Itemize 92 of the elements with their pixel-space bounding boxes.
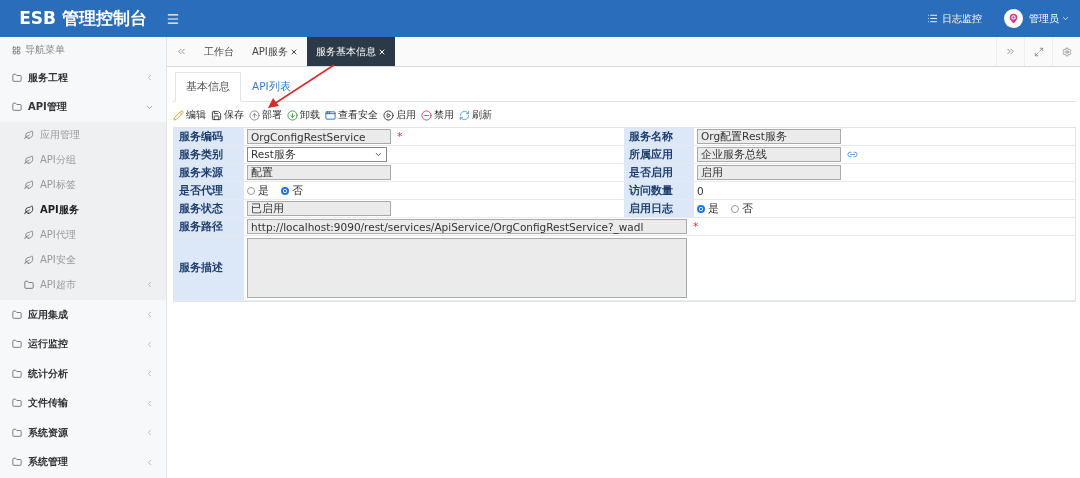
field-label: 服务来源 <box>174 164 244 182</box>
field-label: 服务编码 <box>174 128 244 146</box>
radio-button[interactable] <box>697 204 705 213</box>
menu-icon[interactable] <box>166 11 180 26</box>
pencil-icon <box>173 109 184 121</box>
minus-icon <box>421 109 432 121</box>
field-label: 服务路径 <box>174 218 244 236</box>
close-icon[interactable] <box>377 47 386 56</box>
enable-button[interactable]: 启用 <box>383 108 416 122</box>
folder-icon <box>12 102 22 113</box>
description-field[interactable] <box>247 238 687 298</box>
page-tab[interactable]: 服务基本信息 <box>306 37 395 66</box>
expand-icon <box>1033 46 1044 57</box>
field-label: 所属应用 <box>624 146 694 164</box>
nav-item[interactable]: 运行监控 <box>0 329 166 359</box>
folder-icon <box>12 339 22 350</box>
folder-icon <box>12 457 22 468</box>
field-label: 服务类别 <box>174 146 244 164</box>
nav-item[interactable]: 服务工程 <box>0 63 166 93</box>
nav-item[interactable]: 系统资源 <box>0 418 166 448</box>
leaf-icon <box>24 254 34 265</box>
required-mark: * <box>693 220 699 233</box>
user-menu[interactable]: 管理员 <box>1029 11 1070 26</box>
nav-item[interactable]: 统计分析 <box>0 359 166 389</box>
folder-icon <box>12 309 22 320</box>
radio-button[interactable] <box>247 186 255 195</box>
radio-button[interactable] <box>281 186 289 195</box>
save-button[interactable]: 保存 <box>211 108 244 122</box>
edit-button[interactable]: 编辑 <box>173 108 206 122</box>
nav-item[interactable]: 文件传输 <box>0 388 166 418</box>
avatar-icon[interactable] <box>1004 9 1023 28</box>
select-field[interactable]: Rest服务 <box>247 147 387 162</box>
settings-icon <box>1061 46 1072 57</box>
page-tab[interactable]: 工作台 <box>195 37 243 66</box>
unload-button[interactable]: 卸载 <box>287 108 320 122</box>
radio-option[interactable]: 是 <box>697 201 719 216</box>
text-field[interactable]: 配置 <box>247 165 391 180</box>
text-field[interactable]: OrgConfigRestService <box>247 129 391 144</box>
field-label: 服务名称 <box>624 128 694 146</box>
refresh-icon <box>459 109 470 121</box>
play-icon <box>383 109 394 121</box>
nav-item[interactable]: 系统管理 <box>0 447 166 477</box>
disable-button[interactable]: 禁用 <box>421 108 454 122</box>
leaf-icon <box>24 229 34 240</box>
text-field[interactable]: http://localhost:9090/rest/services/ApiService/OrgConfigRestService?_wadl <box>247 219 687 234</box>
folder-icon <box>12 368 22 379</box>
text-field[interactable]: 企业服务总线 <box>697 147 841 162</box>
folder-icon <box>12 398 22 409</box>
radio-option[interactable]: 否 <box>281 183 303 198</box>
leaf-icon <box>24 154 34 165</box>
nav-title: 导航菜单 <box>25 43 65 57</box>
field-label: 访问数量 <box>624 182 694 200</box>
field-label: 启用日志 <box>624 200 694 218</box>
field-label: 服务状态 <box>174 200 244 218</box>
nav-item[interactable]: 应用集成 <box>0 300 166 330</box>
form-tab[interactable]: 基本信息 <box>175 72 241 102</box>
field-label: 是否启用 <box>624 164 694 182</box>
security-button[interactable]: 查看安全 <box>325 108 378 122</box>
list-icon <box>927 13 938 24</box>
refresh-button[interactable]: 刷新 <box>459 108 492 122</box>
field-value: 0 <box>697 184 704 197</box>
nav-item[interactable]: API管理 <box>0 92 166 122</box>
app-title: ESB 管理控制台 <box>18 7 148 30</box>
text-field[interactable]: Org配置Rest服务 <box>697 129 841 144</box>
chevron-down-icon <box>374 150 383 159</box>
double-chevron-left-icon <box>175 46 187 57</box>
text-field[interactable]: 已启用 <box>247 201 391 216</box>
leaf-icon <box>24 204 34 215</box>
leaf-icon <box>24 179 34 190</box>
caret-icon <box>1061 14 1070 23</box>
form-tab[interactable]: API列表 <box>241 72 302 102</box>
folder-icon <box>12 427 22 438</box>
log-monitor-link[interactable]: 日志监控 <box>927 11 982 26</box>
leaf-icon <box>24 129 34 140</box>
required-mark: * <box>397 130 403 143</box>
deploy-button[interactable]: 部署 <box>249 108 282 122</box>
folder-icon <box>12 72 22 83</box>
grid-icon <box>12 45 21 55</box>
page-tab[interactable]: API服务 <box>243 37 307 66</box>
folder-icon <box>24 279 34 290</box>
field-label: 是否代理 <box>174 182 244 200</box>
window-icon <box>325 109 336 121</box>
radio-button[interactable] <box>731 204 739 213</box>
select-value: Rest服务 <box>251 147 296 162</box>
radio-option[interactable]: 否 <box>731 201 753 216</box>
double-chevron-right-icon <box>1005 46 1016 57</box>
text-field[interactable]: 启用 <box>697 165 841 180</box>
field-label: 服务描述 <box>174 236 244 301</box>
radio-option[interactable]: 是 <box>247 183 269 198</box>
lookup-icon[interactable] <box>847 149 858 160</box>
close-icon[interactable] <box>289 47 298 56</box>
nav-item[interactable]: API服务 <box>0 197 166 222</box>
